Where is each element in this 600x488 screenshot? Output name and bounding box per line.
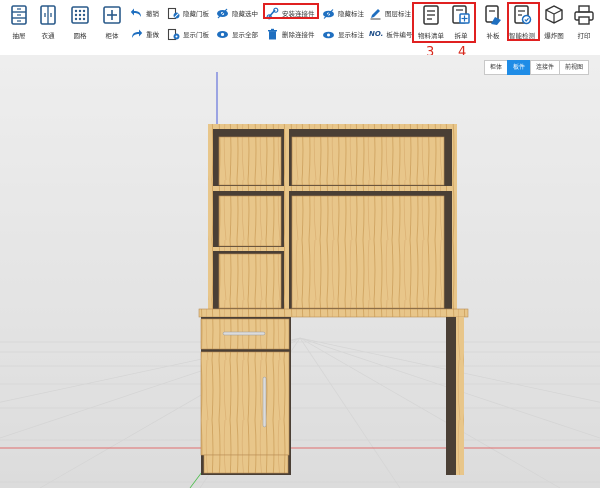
print-label: 打印 [577,32,591,40]
tab-connector[interactable]: 连接件 [530,60,561,75]
panel-number-button[interactable]: NO. 板件编号 [369,26,412,42]
hide-door-button[interactable]: 隐藏门板 [167,5,209,21]
wardrobe-rail-button[interactable]: 衣通 [31,4,65,40]
tab-front-view[interactable]: 前视图 [559,60,590,75]
scene-canvas [0,55,600,488]
hide-selected-label: 隐藏选中 [232,10,258,18]
hide-selected-icon [217,8,228,18]
panel-number-label: 板件编号 [386,31,413,39]
show-all-label: 显示全部 [232,31,258,39]
show-annotation-button[interactable]: 显示标注 [322,26,364,42]
layer-annotation-label: 图层标注 [385,10,411,18]
delete-connector-label: 删除连接件 [282,31,315,39]
show-all-button[interactable]: 显示全部 [216,26,258,42]
wardrobe-rail-label: 衣通 [41,32,55,40]
show-door-button[interactable]: 显示门板 [167,26,209,42]
explode-view-label: 爆炸图 [544,32,564,40]
delete-connector-icon [268,28,277,39]
layer-annotation-icon [370,8,381,19]
explode-view-button[interactable]: 爆炸图 [537,4,571,40]
hide-selected-button[interactable]: 隐藏选中 [216,5,258,21]
patch-board-icon [485,5,501,25]
redo-label: 重做 [146,31,159,39]
show-door-label: 显示门板 [183,31,209,39]
hide-door-label: 隐藏门板 [183,10,209,18]
show-all-icon [217,30,228,38]
show-annotation-icon [323,31,334,38]
wardrobe-rail-icon [40,5,56,25]
drawer-icon [11,5,27,25]
print-button[interactable]: 打印 [567,4,600,40]
smart-check-highlight [507,2,540,41]
install-connector-highlight [263,3,319,19]
undo-label: 撤销 [146,10,159,18]
hide-door-icon [167,7,180,19]
layer-annotation-button[interactable]: 图层标注 [369,5,411,21]
print-icon [574,5,594,25]
hide-annotation-button[interactable]: 隐藏标注 [322,5,364,21]
panel-number-icon: NO. [369,30,384,38]
undo-button[interactable]: 撤销 [130,5,159,21]
view-tabs: 柜体 板件 连接件 前视图 [484,60,590,75]
cabinet-add-icon [103,6,121,24]
tab-cabinet[interactable]: 柜体 [484,60,509,75]
explode-view-icon [545,5,563,24]
toolbar: 抽屉 衣通 圆格 柜体 撤销 重做 隐藏门板 显示门板 隐藏选中 显示全部 安装… [0,0,600,60]
hide-annotation-label: 隐藏标注 [338,10,364,18]
cabinet-button[interactable]: 柜体 [95,4,129,40]
show-annotation-label: 显示标注 [338,31,364,39]
grid-button[interactable]: 圆格 [63,4,97,40]
redo-icon [132,29,143,38]
show-door-icon [167,28,180,40]
grid-icon [71,6,89,24]
hide-annotation-icon [323,8,334,19]
cabinet-label: 柜体 [105,32,119,40]
3d-viewport[interactable]: 柜体 板件 连接件 前视图 [0,55,600,488]
delete-connector-button[interactable]: 删除连接件 [266,26,315,42]
export-buttons-highlight [412,2,476,43]
undo-icon [130,8,141,17]
redo-button[interactable]: 重做 [130,26,159,42]
tab-panel[interactable]: 板件 [507,60,532,75]
grid-label: 圆格 [73,32,87,40]
